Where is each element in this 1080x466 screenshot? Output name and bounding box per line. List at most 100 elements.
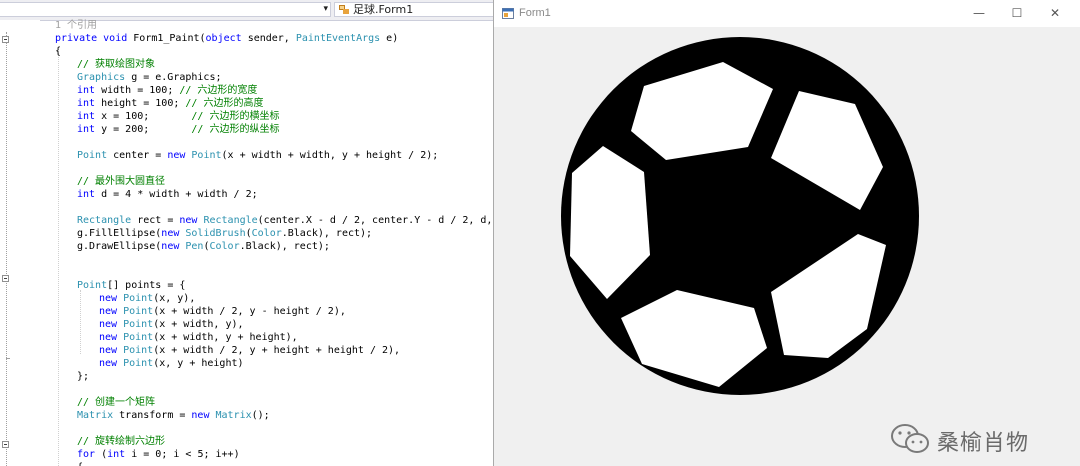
soccer-ball-drawing <box>561 37 919 395</box>
code-line[interactable]: int width = 100; // 六边形的宽度 <box>77 84 257 97</box>
minimize-button[interactable]: — <box>960 0 998 27</box>
code-line[interactable]: new Point(x + width / 2, y + height + he… <box>99 344 400 357</box>
code-token: transform = <box>119 410 192 421</box>
code-comment: // 获取绘图对象 <box>77 59 156 70</box>
code-line[interactable]: // 旋转绘制六边形 <box>77 435 165 448</box>
form-window: Form1 — ☐ ✕ 桑榆肖物 <box>493 0 1080 466</box>
code-comment: // 六边形的横坐标 <box>191 111 280 122</box>
code-comment: // 六边形的纵坐标 <box>191 124 280 135</box>
code-keyword: new <box>161 241 186 252</box>
code-editor[interactable]: ▾ 足球.Form1 1 个引用 private void Form1_Paint… <box>0 0 493 466</box>
code-line[interactable]: new Point(x, y), <box>99 292 195 305</box>
code-line[interactable]: new Point(x + width, y + height), <box>99 331 298 344</box>
code-token: (x + width / 2, y + height + height / 2)… <box>153 345 401 356</box>
code-token: x = 100; <box>101 111 192 122</box>
code-line[interactable]: new Point(x, y + height) <box>99 357 244 370</box>
code-keyword: int <box>77 124 102 135</box>
code-token: (x, y), <box>153 293 196 304</box>
code-type: SolidBrush <box>185 228 246 239</box>
code-token: (center.X - d / 2, center.Y - d / 2, d, … <box>257 215 493 226</box>
code-line[interactable]: private void Form1_Paint(object sender, … <box>55 32 398 45</box>
code-line[interactable]: Graphics g = e.Graphics; <box>77 71 222 84</box>
maximize-button[interactable]: ☐ <box>998 0 1036 27</box>
code-keyword: new <box>99 293 124 304</box>
code-line[interactable]: }; <box>77 370 89 383</box>
code-token: y = 200; <box>101 124 192 135</box>
code-token: [] points = { <box>107 280 186 291</box>
code-line[interactable]: Rectangle rect = new Rectangle(center.X … <box>77 214 493 227</box>
code-keyword: object <box>205 33 248 44</box>
code-line[interactable]: for (int i = 0; i < 5; i++) <box>77 448 240 461</box>
code-keyword: private void <box>55 33 134 44</box>
code-token: (x + width, y + height), <box>153 332 298 343</box>
wechat-icon <box>891 424 929 453</box>
title-bar[interactable]: Form1 — ☐ ✕ <box>494 0 1080 27</box>
code-token: (x + width + width, y + height / 2); <box>221 150 439 161</box>
code-line[interactable]: int height = 100; // 六边形的高度 <box>77 97 263 110</box>
code-line[interactable]: Point[] points = { <box>77 279 185 292</box>
code-keyword: new <box>191 410 216 421</box>
code-comment: // 六边形的宽度 <box>179 85 258 96</box>
code-token: (x + width, y), <box>153 319 244 330</box>
type-dropdown[interactable]: 足球.Form1 <box>334 2 493 17</box>
fold-end-tick <box>6 358 10 359</box>
code-type: PaintEventArgs <box>295 33 387 44</box>
code-line[interactable]: new Point(x + width, y), <box>99 318 244 331</box>
code-line[interactable]: int y = 200; // 六边形的纵坐标 <box>77 123 279 136</box>
indent-guide <box>80 290 81 354</box>
code-keyword: new <box>161 228 186 239</box>
collapse-array-icon[interactable] <box>2 275 9 282</box>
code-line[interactable]: // 获取绘图对象 <box>77 58 155 71</box>
code-type: Point <box>123 358 154 369</box>
code-type: Point <box>123 332 154 343</box>
code-line[interactable]: g.FillEllipse(new SolidBrush(Color.Black… <box>77 227 372 240</box>
code-keyword: new <box>99 358 124 369</box>
navigation-bar: ▾ 足球.Form1 <box>0 0 493 21</box>
code-line[interactable]: { <box>77 461 83 466</box>
collapse-loop-icon[interactable] <box>2 441 9 448</box>
code-token: g = e.Graphics; <box>131 72 222 83</box>
code-keyword: new <box>99 345 124 356</box>
code-line[interactable]: new Point(x + width / 2, y - height / 2)… <box>99 305 346 318</box>
code-line[interactable]: g.DrawEllipse(new Pen(Color.Black), rect… <box>77 240 330 253</box>
code-comment: // 六边形的高度 <box>185 98 264 109</box>
code-token: d = 4 * width + width / 2; <box>101 189 258 200</box>
code-comment: // 旋转绘制六边形 <box>77 436 166 447</box>
code-token: { <box>77 462 83 466</box>
code-line[interactable]: Point center = new Point(x + width + wid… <box>77 149 438 162</box>
code-keyword: new <box>99 332 124 343</box>
close-button[interactable]: ✕ <box>1036 0 1074 27</box>
class-icon <box>339 5 349 14</box>
code-line[interactable]: // 最外围大圆直径 <box>77 175 165 188</box>
type-dropdown-label: 足球.Form1 <box>353 3 414 16</box>
fold-guide-line <box>6 32 7 466</box>
form-client-area[interactable]: 桑榆肖物 <box>494 27 1080 466</box>
chevron-down-icon[interactable]: ▾ <box>323 4 328 14</box>
code-type: Graphics <box>77 72 132 83</box>
window-title: Form1 <box>519 7 551 19</box>
code-line[interactable]: { <box>55 45 61 58</box>
code-token: Form1_Paint( <box>133 33 206 44</box>
code-line[interactable]: 1 个引用 <box>55 19 97 32</box>
code-token: { <box>55 46 62 57</box>
code-line[interactable]: int d = 4 * width + width / 2; <box>77 188 258 201</box>
code-type: Point <box>123 306 154 317</box>
code-type: Point <box>123 345 154 356</box>
code-token: width = 100; <box>101 85 180 96</box>
code-comment: // 最外围大圆直径 <box>77 176 166 187</box>
code-type: Point <box>77 150 114 161</box>
code-line[interactable]: int x = 100; // 六边形的横坐标 <box>77 110 279 123</box>
collapse-method-icon[interactable] <box>2 36 9 43</box>
code-type: Point <box>123 319 154 330</box>
code-token: (); <box>251 410 270 421</box>
code-token: }; <box>77 371 90 382</box>
editor-gutter <box>0 20 40 466</box>
project-dropdown[interactable]: ▾ <box>0 2 331 17</box>
code-comment: // 创建一个矩阵 <box>77 397 156 408</box>
code-type: Point <box>123 293 154 304</box>
code-token: sender, <box>247 33 296 44</box>
code-type: Point <box>77 280 108 291</box>
code-line[interactable]: Matrix transform = new Matrix(); <box>77 409 270 422</box>
code-line[interactable]: // 创建一个矩阵 <box>77 396 155 409</box>
reference-count: 1 个引用 <box>55 20 98 31</box>
